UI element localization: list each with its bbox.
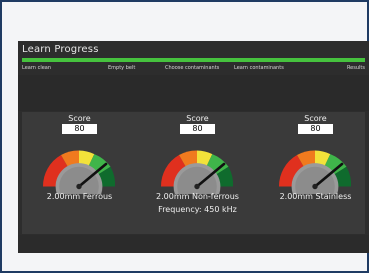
score-value: 80 xyxy=(298,124,333,134)
gauge-caption: 2.00mm Stainless xyxy=(279,192,352,201)
score-value: 80 xyxy=(180,124,215,134)
score-value: 80 xyxy=(62,124,97,134)
step-learn-contaminants: Learn contaminants xyxy=(234,65,284,71)
step-labels: Learn clean Empty belt Choose contaminan… xyxy=(22,63,365,73)
score-label: Score xyxy=(186,114,209,123)
gauge-stainless: Score 80 2.00mm Stainless xyxy=(258,112,369,234)
spacer-band xyxy=(18,75,369,111)
step-results: Results xyxy=(346,65,365,71)
gauge-caption: 2.00mm Non-ferrous xyxy=(156,192,239,201)
window-frame: Learn Progress Learn clean Empty belt Ch… xyxy=(0,0,369,273)
gauge-hub xyxy=(194,183,200,190)
score-label: Score xyxy=(304,114,327,123)
gauges-row: Score 80 2.00mm Ferrous Score 80 2.00mm … xyxy=(22,112,365,234)
page-title: Learn Progress xyxy=(22,44,99,55)
step-empty-belt: Empty belt xyxy=(108,65,136,71)
learn-progress-panel: Learn Progress Learn clean Empty belt Ch… xyxy=(18,41,369,253)
gauge-dial xyxy=(160,150,234,194)
step-learn-clean: Learn clean xyxy=(22,65,52,71)
gauge-dial xyxy=(278,150,352,194)
step-choose-contaminants: Choose contaminants xyxy=(165,65,220,71)
gauge-subcaption: Frequency: 450 kHz xyxy=(158,205,237,214)
gauge-non-ferrous: Score 80 2.00mm Non-ferrous Frequency: 4… xyxy=(140,112,255,234)
bottom-band xyxy=(18,235,369,253)
gauge-ferrous: Score 80 2.00mm Ferrous xyxy=(22,112,137,234)
gauge-hub xyxy=(76,183,82,190)
gauge-hub xyxy=(312,183,318,190)
score-label: Score xyxy=(68,114,91,123)
progress-bar xyxy=(22,58,365,62)
gauge-caption: 2.00mm Ferrous xyxy=(46,192,113,201)
gauge-dial xyxy=(42,150,116,194)
